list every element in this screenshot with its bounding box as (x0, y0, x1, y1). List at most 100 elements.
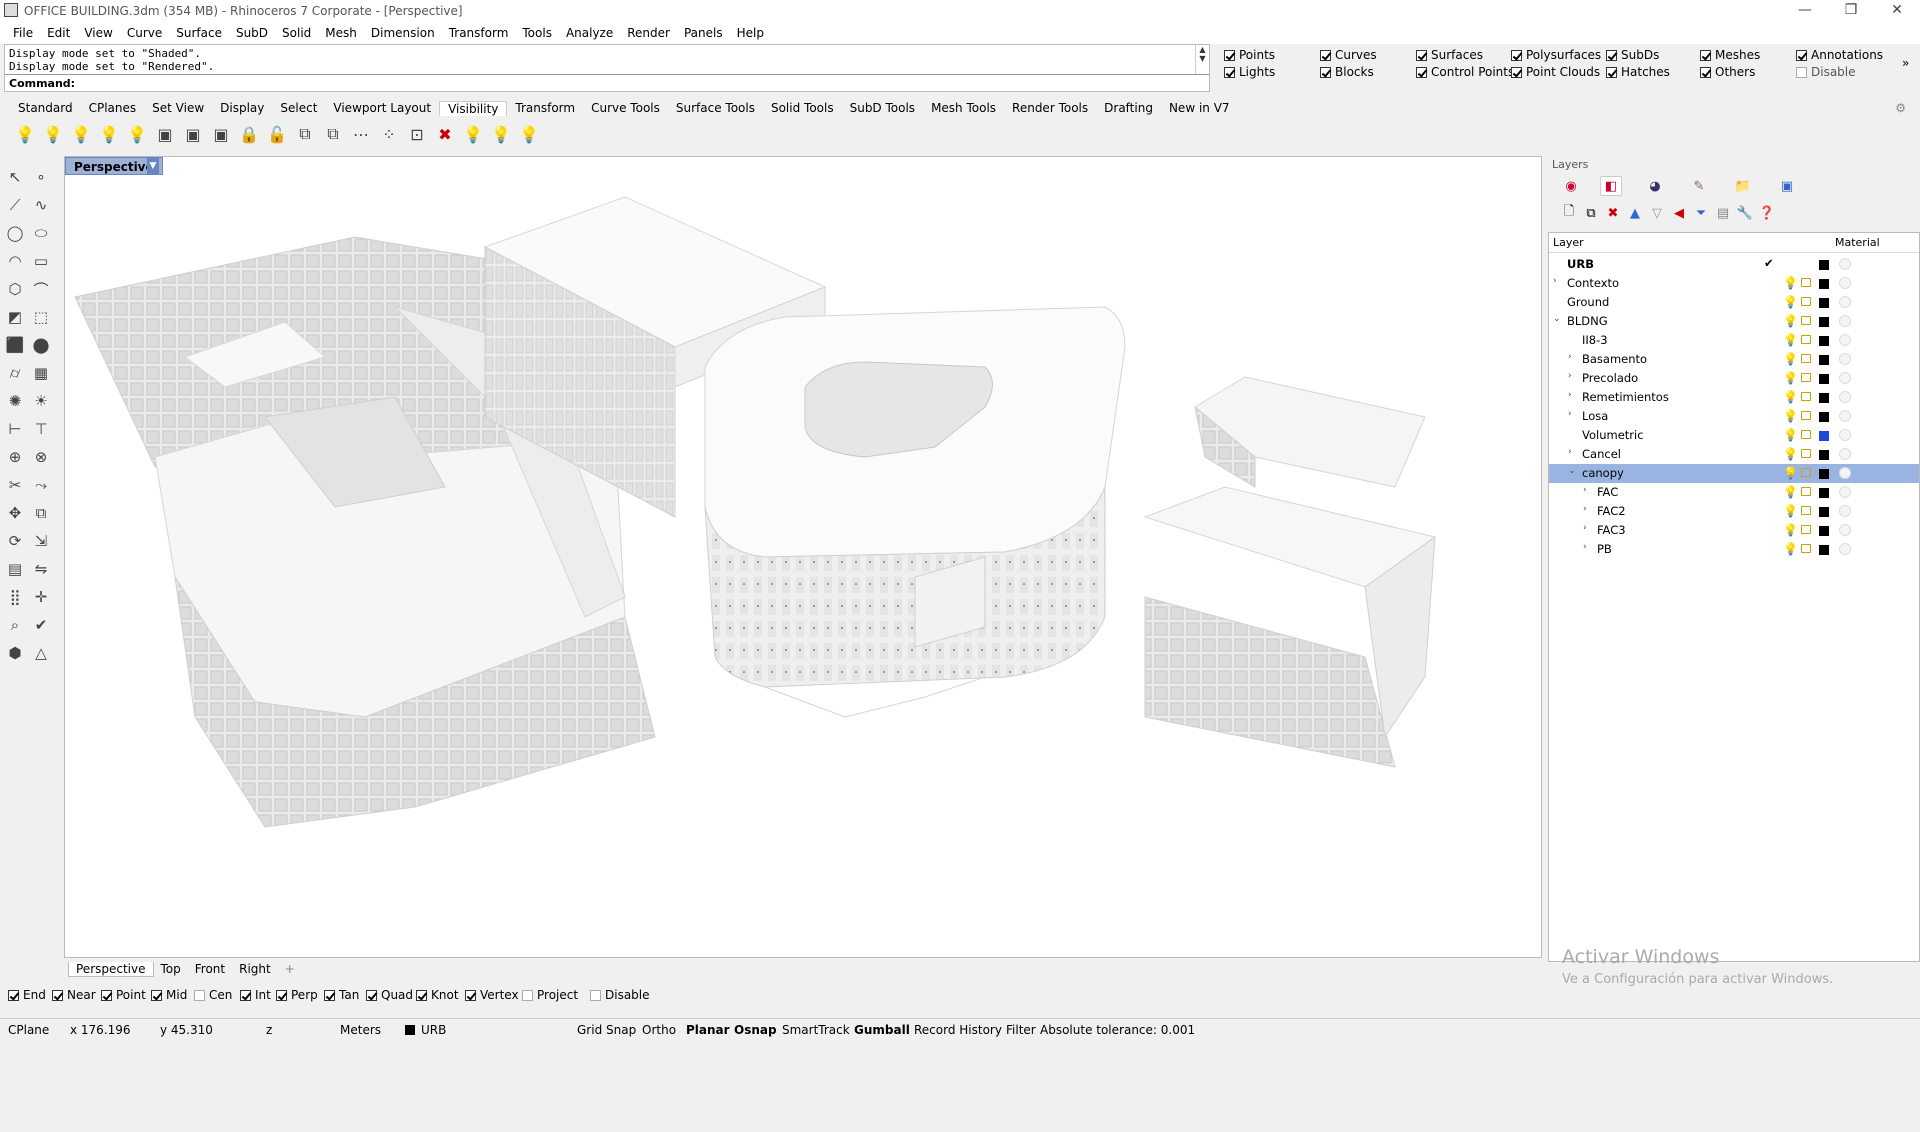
maximize-button[interactable]: ❐ (1828, 0, 1874, 22)
layer-row[interactable]: › Contexto 💡 (1549, 274, 1919, 293)
layer-lock-icon[interactable] (1801, 335, 1811, 344)
show-points-icon[interactable]: ⁘ (378, 123, 400, 145)
light-icon[interactable]: ✺ (4, 390, 26, 412)
osnap-cen[interactable]: Cen (194, 988, 232, 1002)
join-icon[interactable]: ⤳ (30, 474, 52, 496)
layer-color-swatch[interactable] (1819, 393, 1829, 403)
filter-icon[interactable]: ⏷ (1692, 204, 1710, 222)
filter-surfaces[interactable]: Surfaces (1416, 48, 1483, 62)
collapse-icon[interactable]: ⌄ (1568, 466, 1576, 476)
boolean-icon[interactable]: ⊕ (4, 446, 26, 468)
planar-toggle[interactable]: Planar (686, 1023, 730, 1037)
hide-swap-icon[interactable]: 💡 (98, 123, 120, 145)
tab-cplanes[interactable]: CPlanes (81, 101, 145, 115)
smarttrack-toggle[interactable]: SmartTrack (782, 1023, 850, 1037)
filter-control-points[interactable]: Control Points (1416, 65, 1514, 79)
layer-lock-icon[interactable] (1801, 544, 1811, 553)
layer-lock-icon[interactable] (1801, 297, 1811, 306)
layer-visibility-bulb-icon[interactable]: 💡 (1783, 314, 1798, 328)
show-all-icon[interactable]: 💡 (126, 123, 148, 145)
expand-icon[interactable]: › (1583, 504, 1587, 514)
layer-material-icon[interactable] (1839, 524, 1851, 536)
isolate-locked-icon[interactable]: ▣ (182, 123, 204, 145)
array-icon[interactable]: ▤ (4, 558, 26, 580)
layer-row[interactable]: › FAC 💡 (1549, 483, 1919, 502)
layer-lock-icon[interactable] (1801, 278, 1811, 287)
tab-surface-tools[interactable]: Surface Tools (668, 101, 763, 115)
layer-row[interactable]: › FAC2 💡 (1549, 502, 1919, 521)
layer-visibility-bulb-icon[interactable]: 💡 (1783, 485, 1798, 499)
layer-color-swatch[interactable] (1819, 431, 1829, 441)
layer-material-icon[interactable] (1839, 410, 1851, 422)
tab-subd-tools[interactable]: SubD Tools (842, 101, 923, 115)
layer-color-swatch[interactable] (1819, 279, 1829, 289)
text-icon[interactable]: ⊤ (30, 418, 52, 440)
filter-annotations[interactable]: Annotations (1796, 48, 1883, 62)
layer-lock-icon[interactable] (1801, 449, 1811, 458)
current-layer-check-icon[interactable]: ✔ (1764, 256, 1774, 270)
tab-render-tools[interactable]: Render Tools (1004, 101, 1096, 115)
menu-panels[interactable]: Panels (677, 26, 730, 40)
help-tab-icon[interactable]: ▣ (1776, 176, 1798, 196)
layer-lock-icon[interactable] (1801, 430, 1811, 439)
units-button[interactable]: Meters (340, 1023, 381, 1037)
layer-color-swatch[interactable] (1819, 260, 1829, 270)
polygon-icon[interactable]: ⬡ (4, 278, 26, 300)
menu-transform[interactable]: Transform (442, 26, 516, 40)
tab-mesh-tools[interactable]: Mesh Tools (923, 101, 1004, 115)
layer-row[interactable]: › Precolado 💡 (1549, 369, 1919, 388)
chevron-right-icon[interactable]: » (1902, 56, 1909, 70)
ortho-toggle[interactable]: Ortho (642, 1023, 676, 1037)
new-layer-icon[interactable]: 🗋 (1560, 204, 1578, 222)
menu-dimension[interactable]: Dimension (364, 26, 442, 40)
grid-snap-toggle[interactable]: Grid Snap (577, 1023, 636, 1037)
layer-color-swatch[interactable] (1819, 450, 1829, 460)
layer-visibility-bulb-icon[interactable]: 💡 (1783, 504, 1798, 518)
osnap-int[interactable]: Int (240, 988, 271, 1002)
layer-color-swatch[interactable] (1819, 507, 1829, 517)
expand-icon[interactable]: › (1583, 485, 1587, 495)
layer-row[interactable]: › Losa 💡 (1549, 407, 1919, 426)
close-button[interactable]: ✕ (1874, 0, 1920, 22)
ellipse-icon[interactable]: ⬭ (30, 222, 52, 244)
layer-visibility-bulb-icon[interactable]: 💡 (1783, 447, 1798, 461)
extrude-icon[interactable]: ⬚ (30, 306, 52, 328)
properties-tab-icon[interactable]: ◉ (1560, 176, 1582, 196)
layer-color-swatch[interactable] (1819, 488, 1829, 498)
command-input[interactable]: Command: (4, 74, 1210, 92)
hide-in-detail-icon[interactable]: ⊡ (406, 123, 428, 145)
layer-row[interactable]: › PB 💡 (1549, 540, 1919, 559)
filter-meshes[interactable]: Meshes (1700, 48, 1760, 62)
move-down-icon[interactable]: ▽ (1648, 204, 1666, 222)
current-layer-button[interactable]: URB (421, 1023, 446, 1037)
layer-lock-icon[interactable] (1801, 525, 1811, 534)
move-up-icon[interactable]: ▲ (1626, 204, 1644, 222)
tab-display[interactable]: Display (212, 101, 272, 115)
rotate-icon[interactable]: ⟳ (4, 530, 26, 552)
osnap-project[interactable]: Project (522, 988, 578, 1002)
cplane-button[interactable]: CPlane (8, 1023, 49, 1037)
unlock-icon[interactable]: 🔓 (266, 123, 288, 145)
sphere-icon[interactable]: ⬤ (30, 334, 52, 356)
layer-material-icon[interactable] (1839, 315, 1851, 327)
help-icon[interactable]: ❓ (1758, 204, 1776, 222)
layer-visibility-bulb-icon[interactable]: 💡 (1783, 542, 1798, 556)
box-icon[interactable]: ⬛ (4, 334, 26, 356)
viewport-tab-front[interactable]: Front (188, 962, 232, 976)
point-icon[interactable]: ∘ (30, 166, 52, 188)
materials-tab-icon[interactable]: ✎ (1688, 176, 1710, 196)
record-history-toggle[interactable]: Record History (914, 1023, 1002, 1037)
hide-points-icon[interactable]: ⋯ (350, 123, 372, 145)
layers-tab-icon[interactable]: ◧ (1600, 176, 1622, 196)
menu-solid[interactable]: Solid (275, 26, 318, 40)
expand-icon[interactable]: › (1568, 447, 1572, 457)
polyline-icon[interactable]: ⟋ (4, 194, 26, 216)
trim-icon[interactable]: ✂ (4, 474, 26, 496)
check-icon[interactable]: ✔ (30, 614, 52, 636)
osnap-point[interactable]: Point (101, 988, 146, 1002)
layer-row[interactable]: Ground 💡 (1549, 293, 1919, 312)
filter-blocks[interactable]: Blocks (1320, 65, 1374, 79)
menu-curve[interactable]: Curve (120, 26, 169, 40)
layer-lock-icon[interactable] (1801, 354, 1811, 363)
tools-icon[interactable]: 🔧 (1736, 204, 1754, 222)
